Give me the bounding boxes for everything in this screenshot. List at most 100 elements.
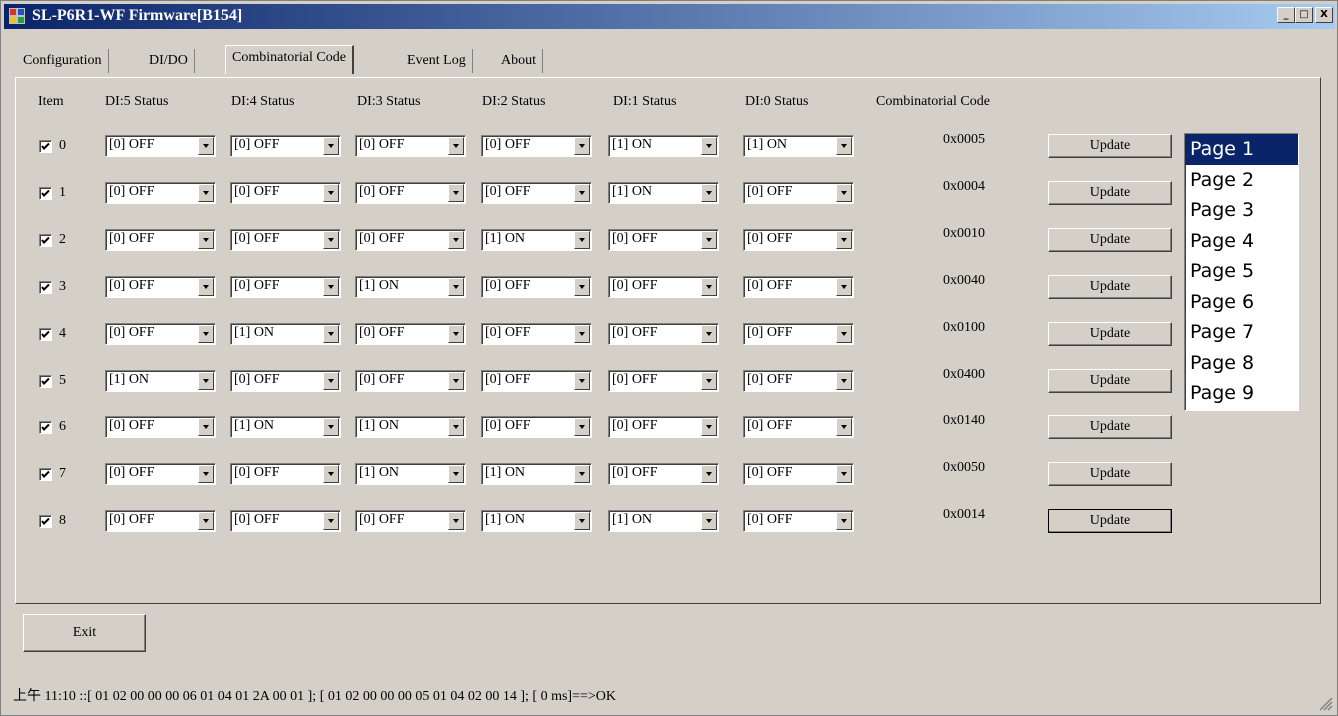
dropdown-arrow-icon[interactable] [836, 325, 852, 343]
minimize-button[interactable]: _ [1277, 7, 1295, 23]
di4-status-select[interactable]: [0] OFF [230, 510, 341, 532]
di2-status-select[interactable]: [0] OFF [481, 135, 592, 157]
tab-about[interactable]: About [495, 49, 543, 73]
dropdown-arrow-icon[interactable] [323, 231, 339, 249]
di3-status-select[interactable]: [0] OFF [355, 229, 466, 251]
item-checkbox[interactable] [39, 328, 52, 341]
page-list-item[interactable]: Page 1 [1185, 134, 1298, 165]
di3-status-select[interactable]: [1] ON [355, 416, 466, 438]
update-button[interactable]: Update [1048, 275, 1172, 299]
di1-status-select[interactable]: [1] ON [608, 510, 719, 532]
dropdown-arrow-icon[interactable] [323, 184, 339, 202]
dropdown-arrow-icon[interactable] [574, 372, 590, 390]
dropdown-arrow-icon[interactable] [323, 325, 339, 343]
page-list-item[interactable]: Page 8 [1185, 348, 1298, 379]
di0-status-select[interactable]: [0] OFF [743, 182, 854, 204]
di2-status-select[interactable]: [0] OFF [481, 323, 592, 345]
dropdown-arrow-icon[interactable] [574, 231, 590, 249]
dropdown-arrow-icon[interactable] [198, 278, 214, 296]
dropdown-arrow-icon[interactable] [836, 372, 852, 390]
di2-status-select[interactable]: [0] OFF [481, 416, 592, 438]
dropdown-arrow-icon[interactable] [198, 184, 214, 202]
update-button[interactable]: Update [1048, 228, 1172, 252]
item-checkbox[interactable] [39, 187, 52, 200]
di1-status-select[interactable]: [0] OFF [608, 370, 719, 392]
di2-status-select[interactable]: [0] OFF [481, 276, 592, 298]
page-listbox[interactable]: Page 1 Page 2 Page 3 Page 4 Page 5 Page 6 Page… [1184, 133, 1299, 411]
dropdown-arrow-icon[interactable] [574, 325, 590, 343]
update-button[interactable]: Update [1048, 181, 1172, 205]
di5-status-select[interactable]: [0] OFF [105, 323, 216, 345]
dropdown-arrow-icon[interactable] [574, 465, 590, 483]
di2-status-select[interactable]: [1] ON [481, 463, 592, 485]
dropdown-arrow-icon[interactable] [198, 465, 214, 483]
di0-status-select[interactable]: [0] OFF [743, 276, 854, 298]
dropdown-arrow-icon[interactable] [836, 184, 852, 202]
dropdown-arrow-icon[interactable] [323, 465, 339, 483]
dropdown-arrow-icon[interactable] [836, 137, 852, 155]
tab-event-log[interactable]: Event Log [401, 49, 473, 73]
page-list-item[interactable]: Page 7 [1185, 317, 1298, 348]
di4-status-select[interactable]: [0] OFF [230, 276, 341, 298]
dropdown-arrow-icon[interactable] [701, 184, 717, 202]
di4-status-select[interactable]: [0] OFF [230, 370, 341, 392]
dropdown-arrow-icon[interactable] [701, 465, 717, 483]
di5-status-select[interactable]: [0] OFF [105, 135, 216, 157]
di2-status-select[interactable]: [1] ON [481, 229, 592, 251]
dropdown-arrow-icon[interactable] [448, 372, 464, 390]
di0-status-select[interactable]: [0] OFF [743, 463, 854, 485]
tab-configuration[interactable]: Configuration [17, 49, 109, 73]
dropdown-arrow-icon[interactable] [198, 372, 214, 390]
di2-status-select[interactable]: [0] OFF [481, 182, 592, 204]
di5-status-select[interactable]: [0] OFF [105, 182, 216, 204]
di4-status-select[interactable]: [0] OFF [230, 182, 341, 204]
di1-status-select[interactable]: [0] OFF [608, 323, 719, 345]
dropdown-arrow-icon[interactable] [701, 325, 717, 343]
di1-status-select[interactable]: [1] ON [608, 135, 719, 157]
di3-status-select[interactable]: [0] OFF [355, 323, 466, 345]
item-checkbox[interactable] [39, 468, 52, 481]
dropdown-arrow-icon[interactable] [323, 137, 339, 155]
dropdown-arrow-icon[interactable] [836, 465, 852, 483]
item-checkbox[interactable] [39, 421, 52, 434]
dropdown-arrow-icon[interactable] [198, 137, 214, 155]
dropdown-arrow-icon[interactable] [448, 137, 464, 155]
maximize-button[interactable]: □ [1295, 7, 1313, 23]
item-checkbox[interactable] [39, 375, 52, 388]
dropdown-arrow-icon[interactable] [448, 465, 464, 483]
di0-status-select[interactable]: [0] OFF [743, 370, 854, 392]
di1-status-select[interactable]: [0] OFF [608, 463, 719, 485]
page-list-item[interactable]: Page 6 [1185, 287, 1298, 318]
tab-combinatorial-code[interactable]: Combinatorial Code [225, 45, 354, 74]
di4-status-select[interactable]: [0] OFF [230, 463, 341, 485]
di3-status-select[interactable]: [1] ON [355, 276, 466, 298]
di1-status-select[interactable]: [0] OFF [608, 229, 719, 251]
di5-status-select[interactable]: [0] OFF [105, 229, 216, 251]
di3-status-select[interactable]: [0] OFF [355, 182, 466, 204]
update-button[interactable]: Update [1048, 462, 1172, 486]
close-button[interactable]: X [1315, 7, 1333, 23]
dropdown-arrow-icon[interactable] [701, 418, 717, 436]
dropdown-arrow-icon[interactable] [448, 184, 464, 202]
dropdown-arrow-icon[interactable] [448, 231, 464, 249]
di0-status-select[interactable]: [0] OFF [743, 510, 854, 532]
item-checkbox[interactable] [39, 281, 52, 294]
title-bar[interactable]: SL-P6R1-WF Firmware[B154] _ □ X [4, 4, 1335, 29]
dropdown-arrow-icon[interactable] [836, 231, 852, 249]
di3-status-select[interactable]: [1] ON [355, 463, 466, 485]
update-button[interactable]: Update [1048, 322, 1172, 346]
item-checkbox[interactable] [39, 234, 52, 247]
page-list-item[interactable]: Page 4 [1185, 226, 1298, 257]
di5-status-select[interactable]: [0] OFF [105, 463, 216, 485]
dropdown-arrow-icon[interactable] [574, 512, 590, 530]
di1-status-select[interactable]: [0] OFF [608, 276, 719, 298]
dropdown-arrow-icon[interactable] [323, 278, 339, 296]
di5-status-select[interactable]: [0] OFF [105, 510, 216, 532]
page-list-item[interactable]: Page 2 [1185, 165, 1298, 196]
dropdown-arrow-icon[interactable] [323, 512, 339, 530]
dropdown-arrow-icon[interactable] [198, 325, 214, 343]
page-list-item[interactable]: Page 5 [1185, 256, 1298, 287]
dropdown-arrow-icon[interactable] [836, 512, 852, 530]
tab-di-do[interactable]: DI/DO [143, 49, 195, 73]
exit-button[interactable]: Exit [23, 614, 146, 652]
